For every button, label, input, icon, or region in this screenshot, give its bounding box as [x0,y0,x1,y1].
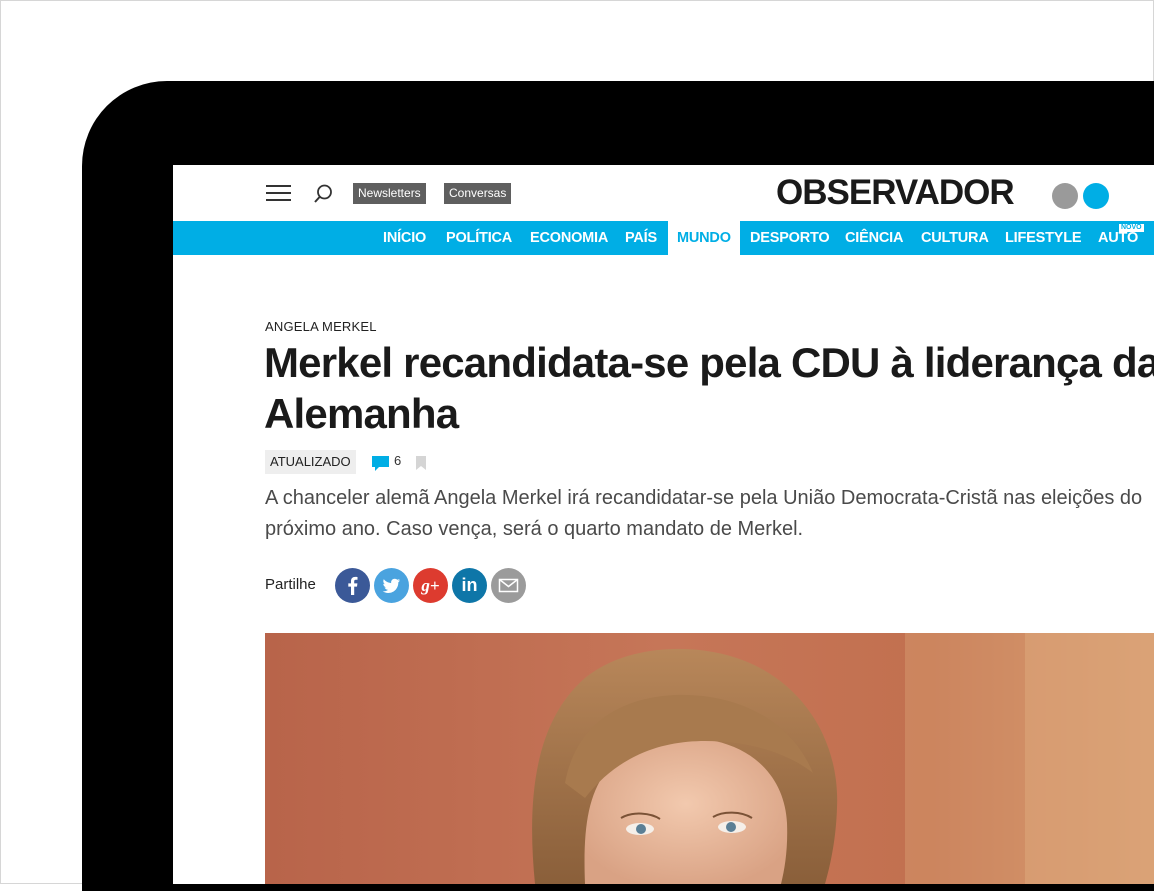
nav-item-ciencia[interactable]: CIÊNCIA [845,221,903,255]
article-title: Merkel recandidata-se pela CDU à lideran… [264,339,1154,437]
comment-count[interactable]: 6 [394,453,401,468]
conversas-button[interactable]: Conversas [444,183,512,204]
logo-text: OBSERVADOR [776,173,1015,212]
email-icon [498,578,519,593]
novo-badge: NOVO [1119,224,1144,232]
twitter-share-button[interactable] [374,568,409,603]
nav-item-pais[interactable]: PAÍS [625,221,657,255]
share-label: Partilhe [265,576,316,593]
comment-icon[interactable] [372,456,390,472]
twitter-icon [382,578,400,593]
linkedin-share-button[interactable]: in [452,568,487,603]
main-nav: INÍCIO POLÍTICA ECONOMIA PAÍS MUNDO DESP… [173,221,1154,255]
nav-item-lifestyle[interactable]: LIFESTYLE [1005,221,1082,255]
nav-item-desporto[interactable]: DESPORTO [750,221,830,255]
nav-item-mundo[interactable]: MUNDO [668,221,740,255]
article-lead: A chanceler alemã Angela Merkel irá reca… [265,487,1143,540]
updated-badge: ATUALIZADO [265,450,356,474]
article-kicker[interactable]: ANGELA MERKEL [265,319,377,334]
site-header: Newsletters Conversas OBSERVADOR [173,165,1154,221]
linkedin-icon: in [461,575,478,595]
search-icon[interactable] [312,183,334,205]
nav-item-cultura[interactable]: CULTURA [921,221,989,255]
facebook-share-button[interactable] [335,568,370,603]
email-share-button[interactable] [491,568,526,603]
nav-item-politica[interactable]: POLÍTICA [446,221,512,255]
portrait-photo [265,633,1154,884]
google-plus-icon: g+ [421,576,440,595]
nav-item-inicio[interactable]: INÍCIO [383,221,426,255]
hamburger-icon[interactable] [266,183,291,203]
logo-dot-grey [1052,183,1078,209]
newsletters-button[interactable]: Newsletters [353,183,426,204]
logo-dot-blue [1083,183,1109,209]
nav-item-economia[interactable]: ECONOMIA [530,221,608,255]
browser-screen: Newsletters Conversas OBSERVADOR INÍCIO … [173,165,1154,884]
bookmark-icon[interactable] [416,456,426,470]
article-photo[interactable] [265,633,1154,884]
google-plus-share-button[interactable]: g+ [413,568,448,603]
facebook-icon [348,576,358,595]
